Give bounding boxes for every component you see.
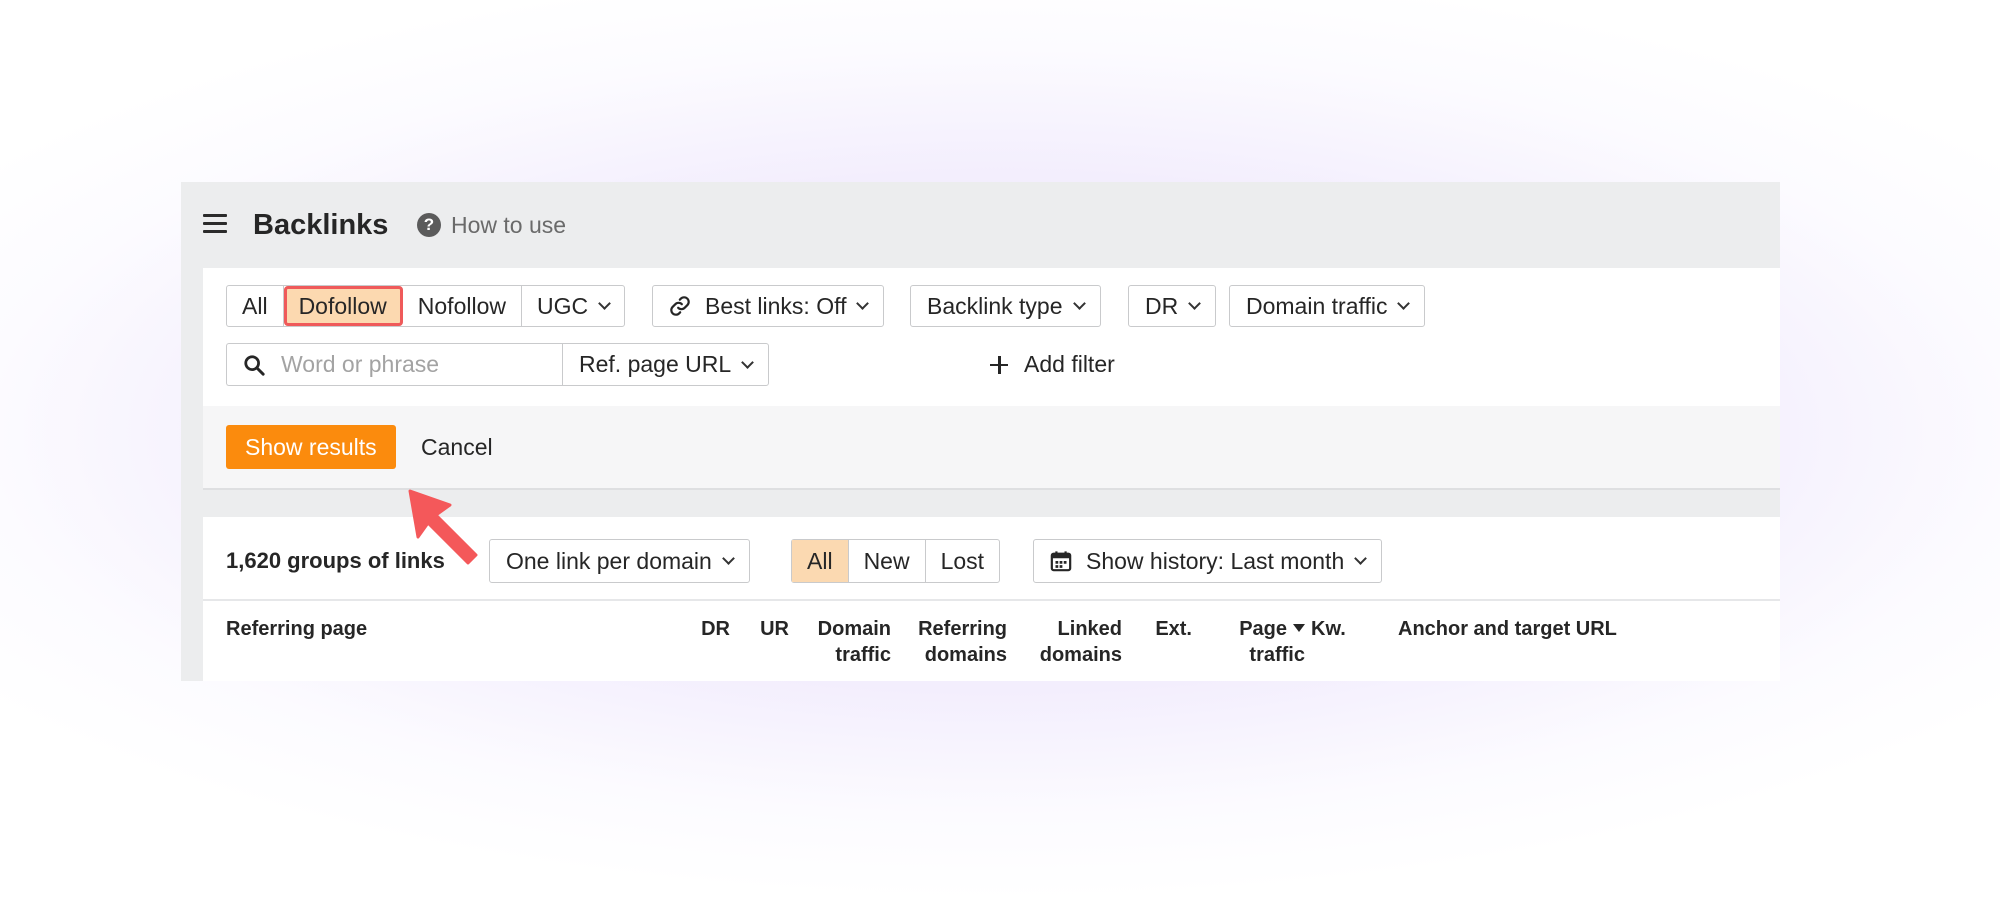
col-referring-domains-line1: Referring — [918, 618, 1007, 640]
cancel-button[interactable]: Cancel — [421, 425, 493, 469]
col-domain-traffic-line2: traffic — [835, 644, 891, 666]
col-referring-page-label: Referring page — [226, 618, 368, 640]
chevron-down-icon — [1397, 297, 1411, 310]
dr-label: DR — [1145, 292, 1179, 319]
tab-lost[interactable]: Lost — [926, 540, 999, 582]
col-dr[interactable]: DR — [701, 616, 730, 642]
col-page-traffic-line2: traffic — [1249, 644, 1305, 666]
ref-page-url-dropdown[interactable]: Ref. page URL — [562, 343, 770, 386]
chevron-down-icon — [741, 355, 755, 369]
domain-traffic-dropdown[interactable]: Domain traffic — [1229, 285, 1426, 327]
col-page-traffic[interactable]: Page traffic — [1239, 616, 1305, 668]
how-to-use-link[interactable]: ? How to use — [417, 208, 566, 242]
show-history-dropdown[interactable]: Show history: Last month — [1033, 539, 1383, 583]
app-window: Backlinks ? How to use All Dofollow Nofo… — [181, 182, 1780, 681]
filter-panel: All Dofollow Nofollow UGC Best links: Of… — [203, 268, 1780, 406]
chevron-down-icon — [1072, 297, 1086, 310]
filter-action-bar: Show results Cancel — [203, 406, 1780, 490]
page-header: Backlinks ? How to use — [181, 182, 1780, 268]
status-tabs: All New Lost — [791, 539, 1001, 583]
col-keywords-label: Kw. — [1311, 618, 1346, 640]
col-external-label: Ext. — [1155, 618, 1192, 640]
link-type-tabs: All Dofollow Nofollow UGC — [226, 285, 626, 327]
chevron-down-icon — [1188, 297, 1202, 310]
show-history-label: Show history: Last month — [1086, 547, 1345, 574]
search-input[interactable] — [279, 350, 543, 379]
chevron-down-icon — [1354, 552, 1368, 565]
results-count: 1,620 groups of links — [226, 548, 445, 573]
grouping-label: One link per domain — [506, 547, 712, 574]
col-domain-traffic[interactable]: Domain traffic — [818, 616, 891, 668]
grouping-dropdown[interactable]: One link per domain — [489, 539, 750, 583]
chevron-down-icon — [598, 297, 611, 310]
chevron-down-icon — [856, 297, 870, 310]
col-ur[interactable]: UR — [760, 616, 789, 642]
col-dr-label: DR — [701, 618, 730, 640]
tab-ugc[interactable]: UGC — [522, 286, 624, 326]
calendar-icon — [1050, 551, 1072, 572]
question-circle-icon: ? — [417, 213, 441, 237]
ref-page-url-label: Ref. page URL — [579, 351, 732, 377]
search-box — [226, 343, 562, 386]
dr-dropdown[interactable]: DR — [1128, 285, 1217, 327]
col-page-traffic-line1: Page — [1239, 618, 1287, 640]
link-icon — [670, 296, 690, 316]
divider — [203, 599, 1780, 601]
col-keywords[interactable]: Kw. — [1311, 616, 1346, 642]
add-filter-label: Add filter — [1024, 351, 1115, 377]
col-linked-domains-line1: Linked — [1057, 618, 1122, 640]
col-domain-traffic-line1: Domain — [817, 618, 891, 640]
col-linked-domains-line2: domains — [1039, 644, 1122, 666]
col-referring-domains-line2: domains — [924, 644, 1007, 666]
page-title: Backlinks — [253, 209, 389, 241]
col-referring-domains[interactable]: Referring domains — [918, 616, 1007, 668]
domain-traffic-label: Domain traffic — [1246, 292, 1388, 319]
col-referring-page[interactable]: Referring page — [226, 616, 367, 642]
results-panel: 1,620 groups of links One link per domai… — [203, 517, 1780, 681]
tab-new[interactable]: New — [849, 540, 926, 582]
best-links-dropdown[interactable]: Best links: Off — [652, 285, 885, 327]
backlink-type-label: Backlink type — [927, 292, 1063, 319]
search-icon — [244, 354, 265, 376]
sort-desc-icon — [1293, 624, 1305, 632]
hamburger-icon[interactable] — [203, 214, 227, 234]
tab-nofollow[interactable]: Nofollow — [403, 286, 522, 326]
chevron-down-icon — [721, 552, 735, 565]
how-to-use-label: How to use — [451, 211, 567, 238]
col-ur-label: UR — [760, 618, 789, 640]
col-external[interactable]: Ext. — [1155, 616, 1192, 642]
best-links-label: Best links: Off — [705, 292, 847, 319]
col-anchor-target-url[interactable]: Anchor and target URL — [1398, 616, 1617, 642]
backlink-type-dropdown[interactable]: Backlink type — [910, 285, 1101, 327]
tab-all-links[interactable]: All — [227, 286, 284, 326]
col-anchor-target-url-label: Anchor and target URL — [1398, 618, 1617, 640]
show-results-button[interactable]: Show results — [226, 425, 396, 469]
tab-all[interactable]: All — [792, 540, 849, 582]
col-linked-domains[interactable]: Linked domains — [1040, 616, 1122, 668]
tab-ugc-label: UGC — [537, 292, 589, 319]
plus-icon — [990, 355, 1008, 374]
tab-dofollow[interactable]: Dofollow — [283, 286, 403, 326]
add-filter-button[interactable]: Add filter — [990, 343, 1115, 386]
